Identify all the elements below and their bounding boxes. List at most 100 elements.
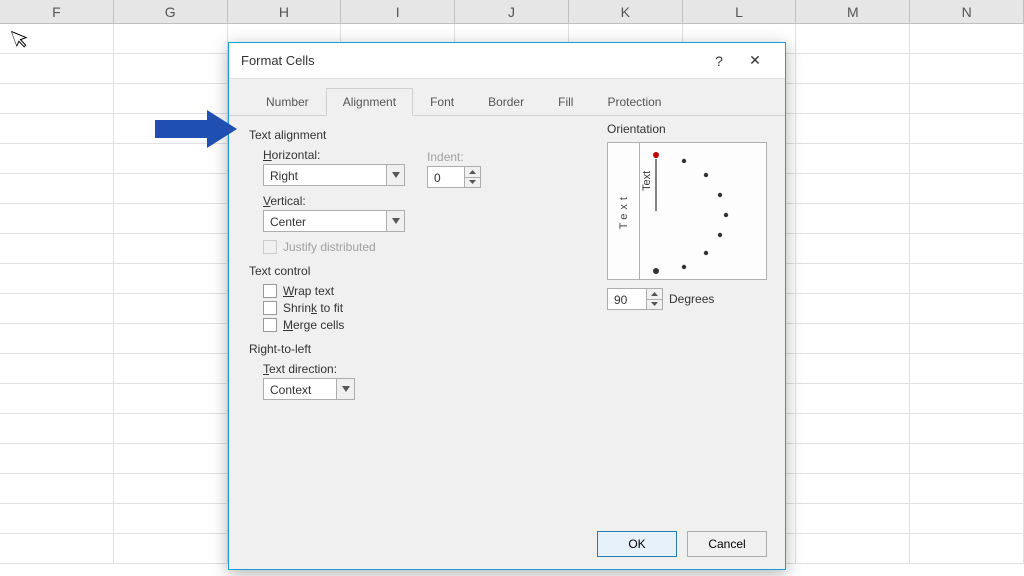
cell[interactable] [114,264,228,293]
cell[interactable] [114,204,228,233]
cell[interactable] [796,324,910,353]
col-header[interactable]: H [228,0,342,23]
cell[interactable] [910,384,1024,413]
tab-border[interactable]: Border [471,88,541,116]
col-header[interactable]: F [0,0,114,23]
cell[interactable] [910,84,1024,113]
orientation-dial[interactable]: Text [640,143,766,279]
cell[interactable] [796,144,910,173]
cell[interactable] [114,444,228,473]
cell[interactable] [910,24,1024,53]
cell[interactable] [114,384,228,413]
tab-number[interactable]: Number [249,88,326,116]
titlebar[interactable]: Format Cells ? ✕ [229,43,785,79]
cell[interactable] [910,474,1024,503]
cell[interactable] [796,174,910,203]
cell[interactable] [910,534,1024,563]
cell[interactable] [796,444,910,473]
cell[interactable] [0,114,114,143]
text-direction-select[interactable]: Context [263,378,355,400]
cell[interactable] [0,204,114,233]
cancel-button[interactable]: Cancel [687,531,767,557]
spinner-up-icon[interactable] [465,167,480,177]
cell[interactable] [0,504,114,533]
cell[interactable] [796,474,910,503]
col-header[interactable]: L [683,0,797,23]
cell[interactable] [910,114,1024,143]
cell[interactable] [910,54,1024,83]
cell[interactable] [0,384,114,413]
cell[interactable] [796,294,910,323]
cell[interactable] [0,324,114,353]
cell[interactable] [910,264,1024,293]
cell[interactable] [796,504,910,533]
merge-cells-checkbox[interactable] [263,318,277,332]
tab-font[interactable]: Font [413,88,471,116]
close-button[interactable]: ✕ [737,43,773,79]
cell[interactable] [114,84,228,113]
cell[interactable] [114,354,228,383]
cell[interactable] [796,24,910,53]
horizontal-select[interactable]: Right [263,164,405,186]
spinner-down-icon[interactable] [465,177,480,188]
cell[interactable] [114,414,228,443]
indent-spinner[interactable]: 0 [427,166,481,188]
cell[interactable] [910,414,1024,443]
cell[interactable] [114,24,228,53]
tab-protection[interactable]: Protection [590,88,678,116]
cell[interactable] [910,174,1024,203]
cell[interactable] [796,384,910,413]
cell[interactable] [796,84,910,113]
cell[interactable] [114,144,228,173]
cell[interactable] [0,234,114,263]
cell[interactable] [114,174,228,203]
chevron-down-icon[interactable] [386,165,404,185]
ok-button[interactable]: OK [597,531,677,557]
cell[interactable] [910,324,1024,353]
cell[interactable] [0,174,114,203]
cell[interactable] [0,264,114,293]
cell[interactable] [910,444,1024,473]
cell[interactable] [0,54,114,83]
cell[interactable] [0,444,114,473]
col-header[interactable]: J [455,0,569,23]
cell[interactable] [114,474,228,503]
cell[interactable] [910,204,1024,233]
cell[interactable] [0,414,114,443]
cell[interactable] [796,114,910,143]
cell[interactable] [910,294,1024,323]
cell[interactable] [114,534,228,563]
cell[interactable] [114,504,228,533]
cell[interactable] [114,54,228,83]
cell[interactable] [796,264,910,293]
cell[interactable] [114,324,228,353]
spinner-down-icon[interactable] [647,299,662,310]
tab-alignment[interactable]: Alignment [326,88,413,116]
degrees-spinner[interactable]: 90 [607,288,663,310]
cell[interactable] [114,234,228,263]
cell[interactable] [910,144,1024,173]
col-header[interactable]: N [910,0,1024,23]
vertical-select[interactable]: Center [263,210,405,232]
chevron-down-icon[interactable] [336,379,354,399]
cell[interactable] [0,84,114,113]
cell[interactable] [796,534,910,563]
shrink-to-fit-checkbox[interactable] [263,301,277,315]
orientation-preview[interactable]: Text [607,142,767,280]
cell[interactable] [0,534,114,563]
cell[interactable] [796,414,910,443]
cell[interactable] [796,54,910,83]
cell[interactable] [796,234,910,263]
col-header[interactable]: K [569,0,683,23]
cell[interactable] [796,354,910,383]
cell[interactable] [0,144,114,173]
chevron-down-icon[interactable] [386,211,404,231]
orientation-vertical-button[interactable]: Text [608,143,640,279]
tab-fill[interactable]: Fill [541,88,590,116]
cell[interactable] [0,294,114,323]
cell[interactable] [0,354,114,383]
col-header[interactable]: M [796,0,910,23]
cell[interactable] [910,504,1024,533]
col-header[interactable]: I [341,0,455,23]
cell[interactable] [796,204,910,233]
